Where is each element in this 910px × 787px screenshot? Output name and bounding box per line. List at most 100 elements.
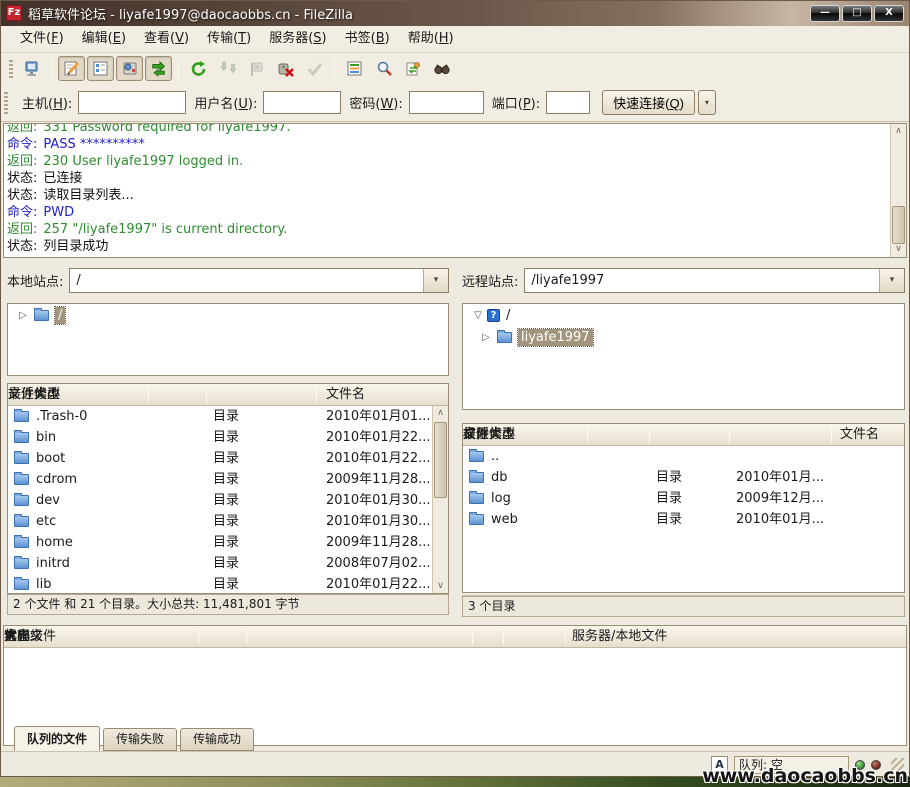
menu-item[interactable]: 编辑(E) [73, 26, 135, 52]
port-input[interactable] [546, 91, 590, 114]
host-label: 主机(H): [22, 93, 72, 112]
queue-tab[interactable]: 队列的文件 [14, 726, 100, 751]
host-input[interactable] [78, 91, 186, 114]
scroll-up-icon[interactable]: ∧ [891, 124, 906, 139]
find-files-icon [433, 60, 451, 78]
folder-icon [14, 579, 29, 590]
filezilla-app-icon: Fz [6, 5, 22, 21]
process-queue-icon [219, 60, 237, 78]
sync-browsing-button[interactable] [399, 56, 426, 81]
log-scrollbar[interactable]: ∧ ∨ [890, 124, 906, 257]
disconnect-icon [277, 60, 295, 78]
port-label: 端口(P): [492, 93, 540, 112]
file-row[interactable]: home 目录 2009年11月28... [8, 532, 448, 553]
column-header[interactable]: 最近修改 [8, 384, 60, 405]
find-files-button[interactable] [428, 56, 455, 81]
minimize-button[interactable]: — [810, 5, 840, 22]
folder-icon [14, 516, 29, 527]
remote-tree-child-label[interactable]: liyafe1997 [518, 329, 593, 346]
toggle-remote-tree-button[interactable] [116, 56, 143, 81]
local-status-text: 2 个文件 和 21 个目录。大小总共: 11,481,801 字节 [7, 594, 449, 615]
remote-tree-root-label[interactable]: / [506, 308, 510, 323]
maximize-button[interactable]: □ [842, 5, 872, 22]
chevron-down-icon[interactable]: ▾ [423, 269, 448, 292]
cancel-button[interactable] [243, 56, 270, 81]
process-queue-button[interactable] [214, 56, 241, 81]
remote-file-list[interactable]: 文件名文件大小文件类型最近修改权限 .. db 目录 2010年 [462, 423, 905, 593]
scroll-thumb[interactable] [892, 206, 905, 244]
menu-item[interactable]: 帮助(H) [399, 26, 463, 52]
disconnect-button[interactable] [272, 56, 299, 81]
menu-item[interactable]: 服务器(S) [260, 26, 335, 52]
tree-collapsed-icon[interactable]: ▷ [16, 310, 30, 321]
log-line: 命令:PASS ********** [7, 136, 888, 153]
column-header[interactable]: 文件名 [326, 384, 365, 405]
toggle-queue-button[interactable] [145, 56, 172, 81]
refresh-button[interactable] [185, 56, 212, 81]
scroll-thumb[interactable] [434, 422, 447, 498]
file-row[interactable]: initrd 目录 2008年07月02... [8, 553, 448, 574]
local-list-scrollbar[interactable]: ∧ ∨ [432, 406, 448, 593]
username-label: 用户名(U): [194, 93, 257, 112]
local-tree-root-label[interactable]: / [55, 307, 65, 324]
remote-path-combo[interactable]: /liyafe1997 ▾ [524, 268, 905, 293]
toggle-message-log-button[interactable] [58, 56, 85, 81]
local-tree-root[interactable]: ▷ / [8, 304, 448, 326]
quickbar-grip[interactable] [4, 92, 8, 114]
scroll-up-icon[interactable]: ∧ [433, 406, 448, 420]
menu-item[interactable]: 书签(B) [336, 26, 399, 52]
scroll-down-icon[interactable]: ∨ [891, 242, 906, 257]
reconnect-button[interactable] [301, 56, 328, 81]
file-row[interactable]: boot 目录 2010年01月22... [8, 448, 448, 469]
filter-button[interactable] [341, 56, 368, 81]
compare-button[interactable] [370, 56, 397, 81]
close-button[interactable]: X [874, 5, 904, 22]
quickconnect-button[interactable]: 快速连接(Q) [602, 90, 695, 115]
column-header[interactable]: 服务器/本地文件 [572, 626, 667, 647]
file-row[interactable]: etc 目录 2010年01月30... [8, 511, 448, 532]
remote-tree[interactable]: ▽ ? / ▷ liyafe1997 [462, 303, 905, 410]
file-row[interactable]: .. [463, 446, 904, 467]
password-label: 密码(W): [349, 93, 402, 112]
menu-item[interactable]: 传输(T) [198, 26, 260, 52]
log-line: 状态:已连接 [7, 170, 888, 187]
toggle-local-tree-button[interactable] [87, 56, 114, 81]
username-input[interactable] [263, 91, 341, 114]
scroll-down-icon[interactable]: ∨ [433, 579, 448, 593]
column-header[interactable]: 状态 [4, 626, 30, 647]
menu-item[interactable]: 查看(V) [135, 26, 198, 52]
file-row[interactable]: lib 目录 2010年01月22... [8, 574, 448, 594]
remote-tree-child[interactable]: ▷ liyafe1997 [463, 326, 904, 348]
local-path-combo[interactable]: / ▾ [69, 268, 449, 293]
file-row[interactable]: dev 目录 2010年01月30... [8, 490, 448, 511]
file-row[interactable]: log 目录 2009年12月... [463, 488, 904, 509]
tree-expanded-icon[interactable]: ▽ [471, 310, 485, 321]
chevron-down-icon[interactable]: ▾ [879, 269, 904, 292]
queue-header: 服务器/本地文件方向远程文件大小优先级状态 [4, 626, 906, 648]
queue-tab[interactable]: 传输失败 [103, 728, 177, 751]
local-path-value: / [70, 273, 423, 288]
file-row[interactable]: bin 目录 2010年01月22... [8, 427, 448, 448]
site-manager-button[interactable] [18, 56, 45, 81]
file-row[interactable]: db 目录 2010年01月... [463, 467, 904, 488]
file-row[interactable]: cdrom 目录 2009年11月28... [8, 469, 448, 490]
queue-tab[interactable]: 传输成功 [180, 728, 254, 751]
message-log[interactable]: 返回:331 Password required for liyafe1997.… [3, 123, 907, 258]
file-row[interactable]: web 目录 2010年01月... [463, 509, 904, 530]
menu-item[interactable]: 文件(F) [11, 26, 73, 52]
column-header[interactable]: 权限 [463, 424, 489, 445]
quickconnect-dropdown-button[interactable]: ▾ [698, 90, 716, 115]
titlebar[interactable]: Fz 稻草软件论坛 - liyafe1997@daocaobbs.cn - Fi… [0, 0, 910, 26]
file-row[interactable]: .Trash-0 目录 2010年01月01... [8, 406, 448, 427]
column-header[interactable]: 文件名 [840, 424, 879, 445]
password-input[interactable] [409, 91, 484, 114]
reconnect-icon [306, 60, 324, 78]
remote-path-value: /liyafe1997 [525, 273, 879, 288]
local-file-list[interactable]: 文件名文件大小文件类型最近修改 .Trash-0 目录 2010年01月01..… [7, 383, 449, 594]
remote-list-header: 文件名文件大小文件类型最近修改权限 [463, 424, 904, 446]
local-tree[interactable]: ▷ / [7, 303, 449, 376]
tree-collapsed-icon[interactable]: ▷ [479, 332, 493, 343]
folder-icon [469, 514, 484, 525]
remote-tree-root[interactable]: ▽ ? / [463, 304, 904, 326]
toolbar-grip[interactable] [9, 60, 13, 78]
